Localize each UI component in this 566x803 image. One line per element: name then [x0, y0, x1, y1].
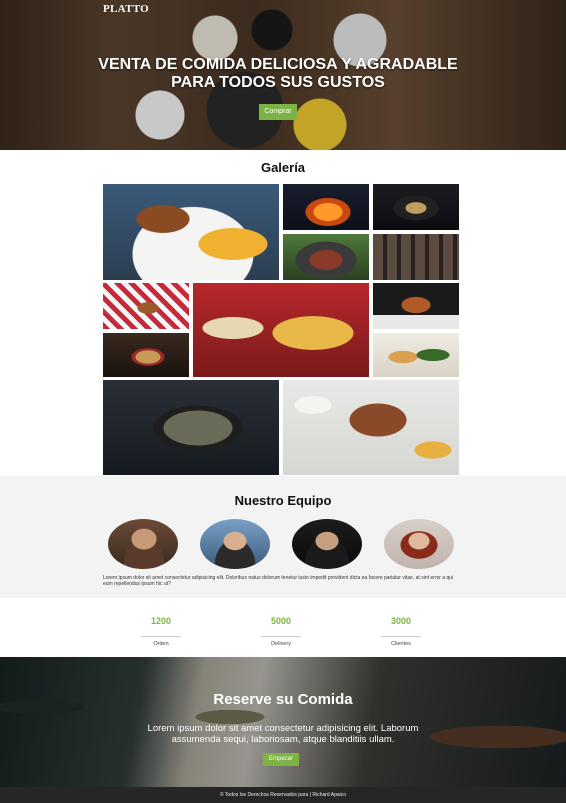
gallery-image-clams-pan[interactable]: [103, 380, 279, 475]
stat-divider-orden: [141, 636, 181, 637]
team-avatar-2: [200, 519, 270, 569]
gallery-image-table-spread[interactable]: [283, 380, 459, 475]
hero-banner: PLATTO VENTA DE COMIDA DELICIOSA Y AGRAD…: [0, 0, 566, 150]
reserve-banner: Reserve su Comida Lorem ipsum dolor sit …: [0, 657, 566, 787]
gallery-image-burger-and-fries[interactable]: [103, 184, 279, 280]
gallery-image-grill-skewers[interactable]: [283, 234, 369, 280]
footer: © Todos los Derechos Reservados para | R…: [0, 787, 566, 803]
stat-value-clientes: 3000: [390, 616, 412, 626]
team-title: Nuestro Equipo: [234, 493, 332, 508]
stat-label-delivery: Delivery: [271, 641, 291, 647]
reserve-title: Reserve su Comida: [213, 691, 353, 708]
gallery-image-burger-picnic[interactable]: [103, 283, 189, 329]
stat-value-delivery: 5000: [270, 616, 292, 626]
stat-value-orden: 1200: [150, 616, 172, 626]
stat-label-orden: Orden: [153, 641, 169, 647]
gallery-image-grill-fire[interactable]: [283, 184, 369, 230]
gallery-image-plated-dish[interactable]: [373, 184, 459, 230]
team-avatar-3: [292, 519, 362, 569]
gallery-image-stacked-burger[interactable]: [373, 283, 459, 329]
gallery-title: Galería: [260, 160, 306, 175]
stat-label-clientes: Clientes: [391, 641, 411, 647]
brand-logo[interactable]: PLATTO: [103, 3, 149, 15]
reserve-text: Lorem ipsum dolor sit amet consectetur a…: [147, 723, 419, 745]
gallery-image-hot-dogs-and-fries[interactable]: [193, 283, 369, 377]
empezar-button[interactable]: Empezar: [263, 753, 299, 766]
team-avatar-1: [108, 519, 178, 569]
team-avatar-4: [384, 519, 454, 569]
footer-copyright: © Todos los Derechos Reservados para | R…: [219, 792, 347, 798]
gallery-image-snack-plate[interactable]: [373, 333, 459, 377]
gallery-image-grill-burgers[interactable]: [373, 234, 459, 280]
stat-divider-delivery: [261, 636, 301, 637]
comprar-button[interactable]: Comprar: [259, 104, 297, 120]
team-description: Lorem ipsum dolor sit amet consectetur a…: [103, 575, 454, 587]
gallery-image-noodle-bowl[interactable]: [103, 333, 189, 377]
hero-title: VENTA DE COMIDA DELICIOSA Y AGRADABLE PA…: [98, 56, 458, 91]
stat-divider-clientes: [381, 636, 421, 637]
